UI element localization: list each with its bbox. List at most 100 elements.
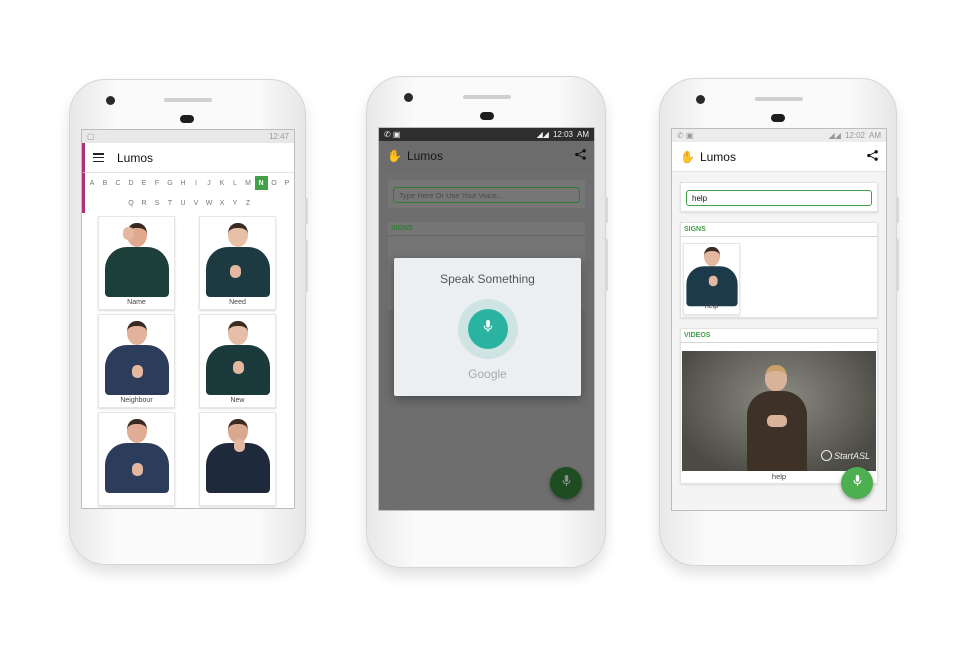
status-time: 12:47 <box>268 132 289 141</box>
side-button <box>896 197 899 223</box>
search-input[interactable]: help <box>686 190 872 206</box>
side-button <box>605 239 608 291</box>
earpiece-speaker <box>755 97 803 101</box>
side-button <box>305 198 308 224</box>
sign-grid: Name Need Neighbour New <box>82 213 294 506</box>
alphabet-letter[interactable]: R <box>138 196 151 210</box>
signs-heading: SIGNS <box>388 222 585 236</box>
proximity-sensor <box>480 112 494 120</box>
signs-heading: SIGNS <box>681 223 877 237</box>
sign-card[interactable]: New <box>199 314 276 408</box>
search-input[interactable]: Type Here Or Use Your Voice... <box>393 187 580 203</box>
alphabet-index: ABCDEFGHIJKLMNOP QRSTUVWXYZ <box>82 173 294 213</box>
sign-card[interactable]: Name <box>98 216 175 310</box>
alphabet-letter[interactable]: X <box>216 196 229 210</box>
side-button <box>896 239 899 291</box>
alphabet-letter[interactable]: T <box>164 196 177 210</box>
alphabet-letter[interactable]: M <box>242 176 255 190</box>
alphabet-letter[interactable]: A <box>86 176 99 190</box>
alphabet-letter[interactable]: G <box>164 176 177 190</box>
status-bar: ✆ ▣ ◢◢ 12:02 AM <box>672 129 886 142</box>
sign-label: help <box>704 303 719 310</box>
phone-middle: ✆ ▣ ◢◢ 12:03 AM ✋ Lumos Type Here Or Use… <box>366 76 608 568</box>
earpiece-speaker <box>164 98 212 102</box>
share-icon[interactable] <box>867 149 878 164</box>
proximity-sensor <box>771 114 785 122</box>
proximity-sensor <box>180 115 194 123</box>
sign-card[interactable] <box>199 412 276 506</box>
alphabet-letter[interactable]: W <box>203 196 216 210</box>
status-bar: ✆ ▣ ◢◢ 12:03 AM <box>379 128 594 141</box>
sign-label <box>200 495 275 505</box>
sign-label: Neighbour <box>120 397 153 404</box>
alphabet-letter[interactable]: B <box>99 176 112 190</box>
alphabet-letter[interactable]: Q <box>125 196 138 210</box>
side-button <box>305 240 308 292</box>
alphabet-letter[interactable]: P <box>281 176 294 190</box>
dialog-title: Speak Something <box>440 272 535 286</box>
call-icon: ✆ ▣ <box>384 130 401 139</box>
alphabet-letter[interactable]: K <box>216 176 229 190</box>
video-watermark: StartASL <box>820 450 870 461</box>
app-title: Lumos <box>699 149 736 164</box>
status-time: 12:02 <box>844 131 865 140</box>
signal-icon: ◢◢ <box>536 130 549 139</box>
screen: ✆ ▣ ◢◢ 12:03 AM ✋ Lumos Type Here Or Use… <box>378 127 595 511</box>
mic-icon <box>853 474 862 492</box>
alphabet-letter[interactable]: S <box>151 196 164 210</box>
alphabet-letter[interactable]: J <box>203 176 216 190</box>
search-panel: Type Here Or Use Your Voice... <box>388 180 585 208</box>
hand-icon: ✋ <box>680 149 695 164</box>
share-icon[interactable] <box>575 149 586 163</box>
sign-label: Need <box>229 299 246 306</box>
voice-fab[interactable] <box>841 467 873 499</box>
front-camera <box>404 93 413 102</box>
alphabet-letter[interactable]: E <box>138 176 151 190</box>
video-thumbnail[interactable]: StartASL <box>682 351 876 471</box>
mic-button[interactable] <box>467 309 508 349</box>
alphabet-letter[interactable]: F <box>151 176 164 190</box>
alphabet-letter[interactable]: U <box>177 196 190 210</box>
front-camera <box>696 95 705 104</box>
app-bar: ✋ Lumos <box>672 142 886 172</box>
sign-card[interactable]: Need <box>199 216 276 310</box>
signal-icon: ◢◢ <box>828 131 841 140</box>
app-title: Lumos <box>406 149 443 163</box>
google-logo: Google <box>468 367 507 381</box>
screen: ▢ 12:47 Lumos ABCDEFGHIJKLMNOP QRSTUVWXY… <box>81 129 295 509</box>
voice-dialog: Speak Something Google <box>394 258 581 396</box>
alphabet-letter[interactable]: H <box>177 176 190 190</box>
alphabet-letter[interactable]: D <box>125 176 138 190</box>
status-right: ◢◢ 12:02 AM <box>829 131 881 140</box>
search-panel: help <box>680 182 878 212</box>
sign-card[interactable]: help <box>683 243 740 315</box>
hand-icon: ✋ <box>387 149 402 163</box>
alphabet-row: ABCDEFGHIJKLMNOP <box>85 173 294 193</box>
alphabet-letter[interactable]: V <box>190 196 203 210</box>
alphabet-letter[interactable]: C <box>112 176 125 190</box>
alphabet-letter[interactable]: Y <box>229 196 242 210</box>
menu-icon[interactable] <box>93 153 104 162</box>
status-ampm: AM <box>577 130 589 139</box>
voice-fab[interactable] <box>550 467 582 499</box>
phone-left: ▢ 12:47 Lumos ABCDEFGHIJKLMNOP QRSTUVWXY… <box>69 79 308 565</box>
mic-icon <box>562 474 571 492</box>
app-bar: Lumos <box>82 143 294 173</box>
alphabet-row: QRSTUVWXYZ <box>85 193 294 213</box>
alphabet-letter[interactable]: O <box>268 176 281 190</box>
alphabet-letter[interactable]: L <box>229 176 242 190</box>
alphabet-letter[interactable]: N <box>254 176 268 190</box>
phone-right: ✆ ▣ ◢◢ 12:02 AM ✋ Lumos help SIGNS help … <box>659 78 899 566</box>
sign-label <box>99 495 174 505</box>
sign-card[interactable] <box>98 412 175 506</box>
alphabet-letter[interactable]: Z <box>242 196 255 210</box>
notification-icon: ▢ <box>87 132 95 141</box>
status-right: ◢◢ 12:03 AM <box>537 130 589 139</box>
front-camera <box>106 96 115 105</box>
alphabet-letter[interactable]: I <box>190 176 203 190</box>
presenter-body <box>747 391 807 471</box>
sign-card[interactable]: Neighbour <box>98 314 175 408</box>
videos-panel: VIDEOS StartASL help <box>680 328 878 484</box>
app-bar: ✋ Lumos <box>379 141 594 171</box>
signs-panel: SIGNS help <box>680 222 878 318</box>
